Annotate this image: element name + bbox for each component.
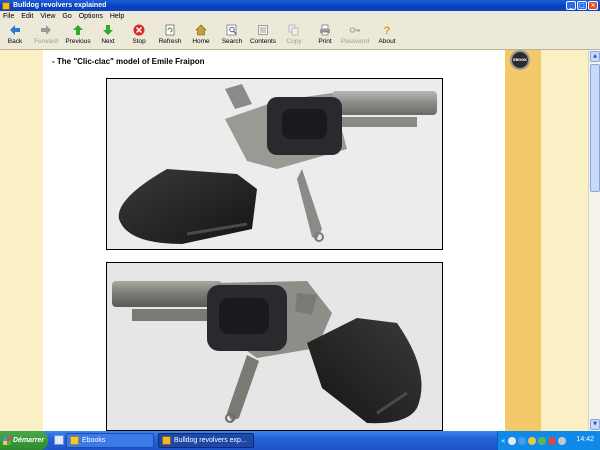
window-title: Bulldog revolvers explained bbox=[13, 2, 107, 9]
search-button[interactable]: Search bbox=[221, 24, 243, 49]
forward-button[interactable]: Forward bbox=[32, 24, 60, 49]
windows-logo-icon bbox=[3, 436, 11, 445]
task-bulldog-label: Bulldog revolvers exp... bbox=[174, 437, 247, 444]
revolver-photo-1 bbox=[106, 78, 443, 250]
stop-button[interactable]: Stop bbox=[130, 24, 148, 49]
revolver-photo-2 bbox=[106, 262, 443, 431]
tray-icon-2[interactable] bbox=[518, 436, 527, 445]
stop-icon bbox=[133, 24, 145, 36]
svg-text:?: ? bbox=[384, 25, 391, 36]
up-arrow-icon bbox=[72, 24, 84, 36]
revolver-image-1 bbox=[107, 79, 442, 249]
back-arrow-icon bbox=[9, 24, 21, 36]
back-label: Back bbox=[7, 38, 23, 45]
down-arrow-icon bbox=[102, 24, 114, 36]
task-ebooks[interactable]: Ebooks bbox=[66, 433, 154, 448]
menu-options[interactable]: Options bbox=[79, 13, 103, 20]
contents-button[interactable]: Contents bbox=[249, 24, 277, 49]
refresh-label: Refresh bbox=[158, 38, 182, 45]
maximize-button[interactable]: □ bbox=[577, 1, 587, 10]
previous-label: Previous bbox=[65, 38, 91, 45]
title-bar: Bulldog revolvers explained _ □ × bbox=[0, 0, 600, 11]
password-button[interactable]: Password bbox=[341, 24, 369, 49]
taskbar: Démarrer Ebooks Bulldog revolvers exp...… bbox=[0, 431, 600, 450]
clock: 14:42 bbox=[576, 436, 594, 443]
print-label: Print bbox=[318, 38, 332, 45]
scroll-thumb[interactable] bbox=[590, 64, 600, 192]
about-label: About bbox=[378, 38, 396, 45]
start-label: Démarrer bbox=[13, 437, 45, 444]
previous-button[interactable]: Previous bbox=[64, 24, 92, 49]
refresh-button[interactable]: Refresh bbox=[157, 24, 183, 49]
close-button[interactable]: × bbox=[588, 1, 598, 10]
tray-expand-icon[interactable]: « bbox=[501, 437, 505, 445]
forward-label: Forward bbox=[34, 38, 58, 45]
app-task-icon bbox=[162, 436, 171, 445]
refresh-icon bbox=[164, 24, 176, 36]
stop-label: Stop bbox=[132, 38, 146, 45]
task-ebooks-label: Ebooks bbox=[82, 437, 106, 444]
search-label: Search bbox=[221, 38, 243, 45]
toolbar: Back Forward Previous Next Stop Refresh bbox=[0, 22, 600, 50]
home-label: Home bbox=[192, 38, 210, 45]
tray-icon-1[interactable] bbox=[508, 436, 517, 445]
menu-edit[interactable]: Edit bbox=[21, 13, 33, 20]
about-button[interactable]: ? About bbox=[377, 24, 397, 49]
document-view: EBOOK - The "Clic-clac" model of Emile F… bbox=[0, 50, 600, 431]
home-icon bbox=[195, 24, 207, 36]
search-icon bbox=[226, 24, 238, 36]
print-icon bbox=[319, 24, 331, 36]
task-bulldog[interactable]: Bulldog revolvers exp... bbox=[158, 433, 254, 448]
scroll-up-icon[interactable]: ▲ bbox=[590, 51, 600, 62]
window-controls: _ □ × bbox=[566, 1, 598, 10]
back-button[interactable]: Back bbox=[4, 24, 26, 49]
right-band bbox=[505, 50, 541, 431]
folder-icon bbox=[70, 436, 79, 445]
next-button[interactable]: Next bbox=[98, 24, 118, 49]
menu-bar: File Edit View Go Options Help bbox=[0, 11, 600, 22]
copy-button[interactable]: Copy bbox=[286, 24, 302, 49]
copy-icon bbox=[288, 24, 300, 36]
left-margin bbox=[0, 50, 43, 431]
home-button[interactable]: Home bbox=[192, 24, 210, 49]
vertical-scrollbar[interactable]: ▲ ▼ bbox=[588, 50, 600, 431]
system-tray: « 14:42 bbox=[497, 431, 600, 450]
next-label: Next bbox=[101, 38, 115, 45]
minimize-button[interactable]: _ bbox=[566, 1, 576, 10]
copy-label: Copy bbox=[286, 38, 302, 45]
menu-help[interactable]: Help bbox=[110, 13, 124, 20]
contents-icon bbox=[257, 24, 269, 36]
section-heading: - The "Clic-clac" model of Emile Fraipon bbox=[52, 57, 205, 66]
tray-icon-5[interactable] bbox=[548, 436, 557, 445]
menu-go[interactable]: Go bbox=[62, 13, 71, 20]
ebook-logo: EBOOK bbox=[510, 50, 530, 70]
password-label: Password bbox=[340, 38, 370, 45]
key-icon bbox=[349, 24, 361, 36]
start-button[interactable]: Démarrer bbox=[0, 431, 48, 450]
tray-icon-4[interactable] bbox=[538, 436, 547, 445]
print-button[interactable]: Print bbox=[316, 24, 334, 49]
tray-icon-3[interactable] bbox=[528, 436, 537, 445]
contents-label: Contents bbox=[249, 38, 277, 45]
menu-file[interactable]: File bbox=[3, 13, 14, 20]
app-icon bbox=[2, 1, 10, 10]
revolver-image-2 bbox=[107, 263, 442, 430]
right-margin bbox=[541, 50, 588, 431]
forward-arrow-icon bbox=[40, 24, 52, 36]
quick-launch-icon[interactable] bbox=[54, 435, 64, 445]
scroll-down-icon[interactable]: ▼ bbox=[590, 419, 600, 430]
help-icon: ? bbox=[381, 24, 393, 36]
menu-view[interactable]: View bbox=[40, 13, 55, 20]
volume-icon[interactable] bbox=[558, 436, 567, 445]
